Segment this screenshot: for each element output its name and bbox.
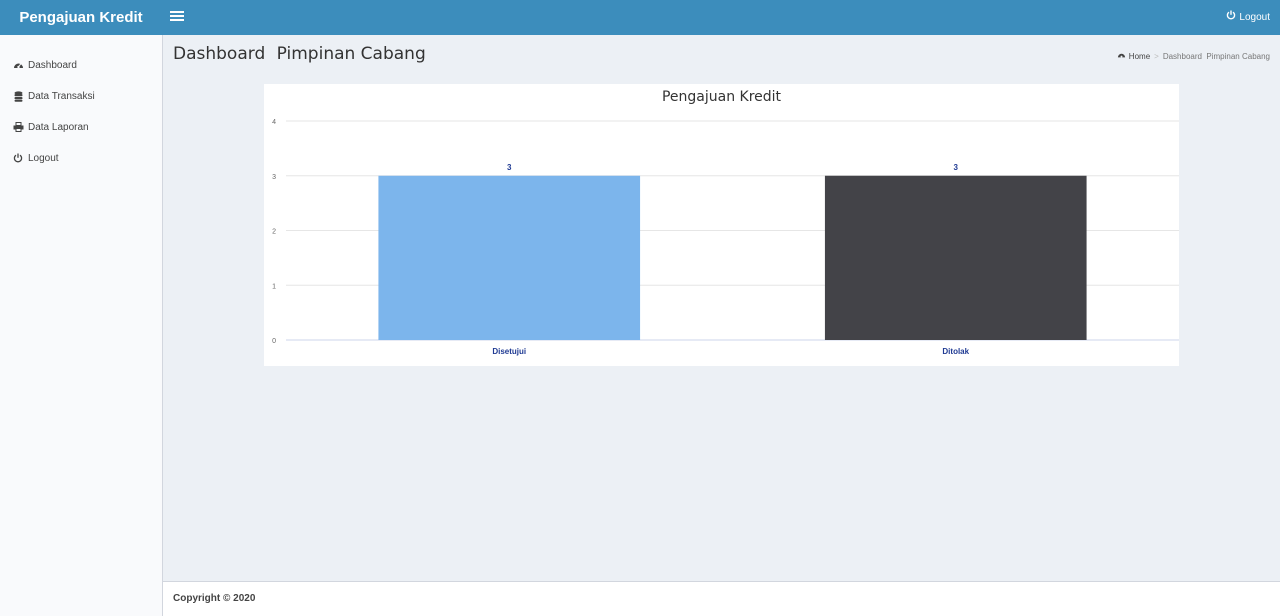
brand-logo[interactable]: Pengajuan Kredit bbox=[0, 0, 162, 35]
y-tick-label: 0 bbox=[272, 338, 276, 345]
sidebar-item-label: Data Transaksi bbox=[28, 90, 95, 102]
power-icon bbox=[1226, 0, 1236, 35]
y-tick-label: 3 bbox=[272, 174, 276, 181]
sidebar-item-label: Data Laporan bbox=[28, 121, 89, 133]
database-icon bbox=[12, 90, 24, 102]
bar bbox=[378, 175, 641, 340]
breadcrumb-separator: > bbox=[1154, 51, 1159, 61]
top-logout-label: Logout bbox=[1239, 12, 1270, 23]
breadcrumb: Home > Dashboard Pimpinan Cabang bbox=[1117, 51, 1270, 61]
x-tick-label: Disetujui bbox=[492, 347, 526, 356]
sidebar-item-dashboard[interactable]: Dashboard bbox=[0, 50, 162, 80]
sidebar-item-data-laporan[interactable]: Data Laporan bbox=[0, 112, 162, 142]
sidebar-item-logout[interactable]: Logout bbox=[0, 143, 162, 173]
bar bbox=[824, 175, 1087, 340]
y-tick-label: 2 bbox=[272, 229, 276, 236]
y-tick-label: 4 bbox=[272, 119, 276, 126]
breadcrumb-home-link[interactable]: Home bbox=[1117, 51, 1150, 61]
footer-copyright: Copyright © 2020 bbox=[173, 593, 256, 604]
chart-title: Pengajuan Kredit bbox=[661, 89, 782, 105]
x-tick-label: Ditolak bbox=[942, 347, 969, 356]
data-label: 3 bbox=[507, 163, 512, 172]
page-title-text: Dashboard bbox=[173, 44, 266, 64]
breadcrumb-home-label: Home bbox=[1128, 51, 1151, 61]
breadcrumb-current: Dashboard Pimpinan Cabang bbox=[1162, 51, 1270, 61]
sidebar-item-data-transaksi[interactable]: Data Transaksi bbox=[0, 81, 162, 111]
page-title: Dashboard Pimpinan Cabang bbox=[173, 44, 426, 64]
dashboard-icon bbox=[12, 59, 24, 71]
chart-panel: 0 1 2 3 4 3 Disetujui 3 Ditolak Pengajuan Kredit bbox=[264, 84, 1179, 366]
y-tick-label: 1 bbox=[272, 283, 276, 290]
data-label: 3 bbox=[954, 163, 959, 172]
top-logout-button[interactable]: Logout bbox=[1226, 0, 1270, 35]
sidebar-item-label: Logout bbox=[28, 152, 59, 164]
sidebar: Dashboard Data Transaksi Data Laporan Lo… bbox=[0, 35, 163, 616]
dashboard-icon bbox=[1117, 51, 1126, 61]
top-navbar: Pengajuan Kredit Logout bbox=[0, 0, 1280, 35]
power-icon bbox=[12, 152, 24, 164]
printer-icon bbox=[12, 121, 24, 133]
sidebar-toggle-button[interactable] bbox=[170, 9, 184, 25]
footer: Copyright © 2020 bbox=[163, 581, 1280, 616]
sidebar-item-label: Dashboard bbox=[28, 59, 77, 71]
bar-chart: 0 1 2 3 4 3 Disetujui 3 Ditolak bbox=[272, 119, 1179, 356]
page-subtitle: Pimpinan Cabang bbox=[276, 44, 426, 64]
